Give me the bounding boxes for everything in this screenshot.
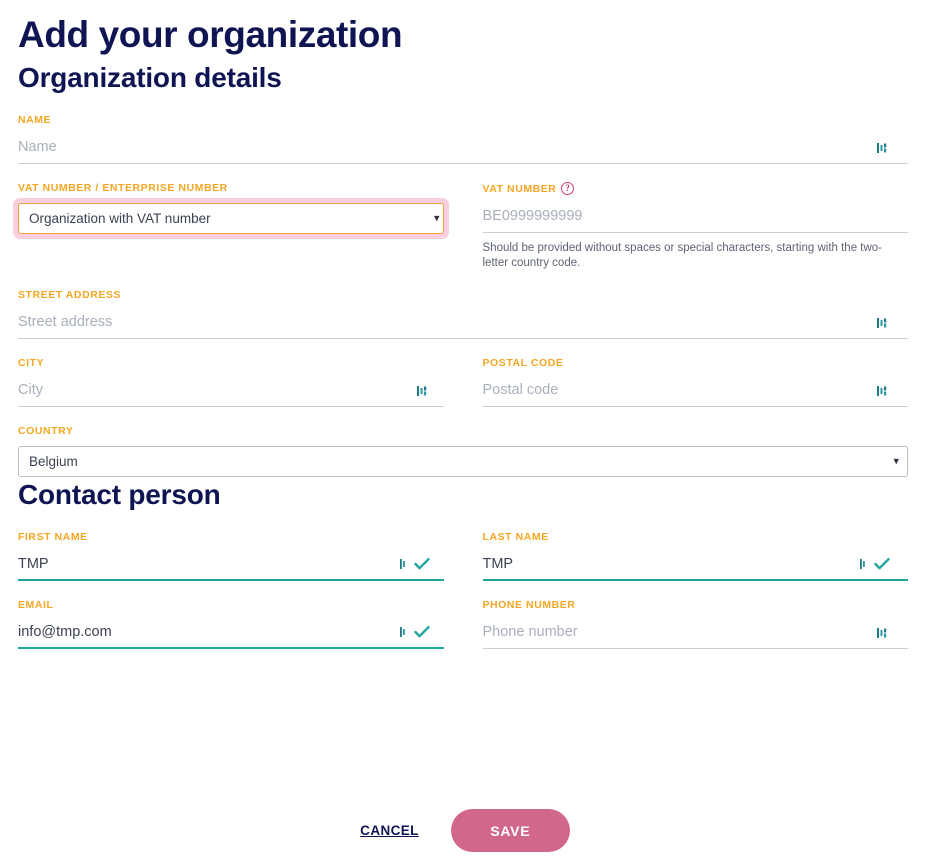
label-name-text: NAME bbox=[18, 114, 52, 126]
label-first-name: FIRST NAME bbox=[18, 531, 444, 543]
first-name-field-icons[interactable] bbox=[399, 557, 444, 574]
row-vat: VAT NUMBER / ENTERPRISE NUMBER Organizat… bbox=[13, 182, 909, 271]
form-actions: CANCEL SAVE bbox=[0, 809, 926, 852]
input-wrap-first-name[interactable] bbox=[18, 552, 444, 581]
section-title-contact-person: Contact person bbox=[18, 479, 221, 510]
input-wrap-street-address[interactable] bbox=[18, 310, 908, 339]
input-wrap-city[interactable] bbox=[18, 378, 444, 407]
field-country: COUNTRY Belgium ▾ bbox=[18, 425, 908, 477]
field-city: CITY bbox=[18, 357, 444, 407]
label-email-text: EMAIL bbox=[18, 599, 54, 611]
section-title-organization-details: Organization details bbox=[18, 62, 282, 93]
phone-number-field-icons[interactable] bbox=[876, 626, 908, 643]
label-last-name-text: LAST NAME bbox=[482, 531, 549, 543]
field-postal-code: POSTAL CODE bbox=[482, 357, 909, 407]
row-street-address: STREET ADDRESS bbox=[18, 289, 908, 339]
row-name: NAME bbox=[18, 114, 908, 164]
label-vat-type-text: VAT NUMBER / ENTERPRISE NUMBER bbox=[18, 182, 228, 194]
label-city-text: CITY bbox=[18, 357, 45, 369]
valid-check-icon bbox=[874, 558, 890, 570]
password-manager-icon[interactable] bbox=[876, 141, 890, 155]
input-wrap-postal-code[interactable] bbox=[482, 378, 908, 407]
field-vat-number: VAT NUMBER ? Should be provided without … bbox=[482, 182, 909, 271]
vat-number-hint: Should be provided without spaces or spe… bbox=[482, 242, 883, 269]
last-name-input[interactable] bbox=[482, 553, 859, 578]
valid-check-icon bbox=[413, 626, 430, 638]
email-field-icons[interactable] bbox=[399, 625, 444, 642]
cancel-button[interactable]: CANCEL bbox=[356, 817, 423, 844]
valid-check-icon bbox=[413, 558, 430, 570]
field-last-name: LAST NAME bbox=[482, 531, 909, 581]
password-manager-icon[interactable] bbox=[876, 316, 890, 330]
label-street-address: STREET ADDRESS bbox=[18, 289, 908, 301]
row-email-phone: EMAIL PHONE NUMBER bbox=[18, 599, 908, 649]
password-manager-icon[interactable] bbox=[416, 384, 430, 398]
label-country-text: COUNTRY bbox=[18, 425, 74, 437]
row-first-last-name: FIRST NAME LAST NAME bbox=[18, 531, 908, 581]
label-postal-code: POSTAL CODE bbox=[483, 357, 909, 369]
name-input[interactable] bbox=[18, 136, 876, 162]
field-email: EMAIL bbox=[18, 599, 444, 649]
label-last-name: LAST NAME bbox=[483, 531, 909, 543]
input-wrap-phone-number[interactable] bbox=[482, 620, 908, 649]
label-phone-number-text: PHONE NUMBER bbox=[482, 599, 576, 611]
label-city: CITY bbox=[18, 357, 444, 369]
password-manager-icon[interactable] bbox=[876, 626, 890, 640]
field-name: NAME bbox=[18, 114, 908, 164]
label-name: NAME bbox=[18, 114, 908, 126]
label-first-name-text: FIRST NAME bbox=[18, 531, 88, 543]
vat-type-select-shell[interactable]: Organization with VAT number ▾ bbox=[13, 198, 449, 239]
label-email: EMAIL bbox=[18, 599, 444, 611]
city-field-icons[interactable] bbox=[416, 384, 444, 401]
city-input[interactable] bbox=[18, 379, 416, 405]
postal-code-field-icons[interactable] bbox=[876, 384, 908, 401]
page-title: Add your organization bbox=[18, 14, 403, 55]
label-phone-number: PHONE NUMBER bbox=[483, 599, 909, 611]
street-address-field-icons[interactable] bbox=[876, 316, 908, 333]
password-manager-icon[interactable] bbox=[399, 625, 411, 639]
field-first-name: FIRST NAME bbox=[18, 531, 444, 581]
country-select[interactable]: Belgium bbox=[18, 446, 908, 477]
label-street-address-text: STREET ADDRESS bbox=[18, 289, 121, 301]
save-button[interactable]: SAVE bbox=[450, 809, 570, 852]
postal-code-input[interactable] bbox=[482, 379, 876, 405]
label-vat-number-text: VAT NUMBER bbox=[482, 182, 557, 195]
email-input[interactable] bbox=[18, 621, 399, 646]
label-country: COUNTRY bbox=[18, 425, 908, 437]
add-organization-page: Add your organization Organization detai… bbox=[0, 0, 926, 866]
label-postal-code-text: POSTAL CODE bbox=[482, 357, 564, 369]
password-manager-icon[interactable] bbox=[876, 384, 890, 398]
street-address-input[interactable] bbox=[18, 311, 876, 337]
label-vat-number: VAT NUMBER ? bbox=[483, 182, 909, 195]
first-name-input[interactable] bbox=[18, 553, 399, 578]
country-select-shell[interactable]: Belgium ▾ bbox=[18, 446, 908, 477]
input-wrap-vat-number[interactable] bbox=[482, 204, 908, 233]
row-city-postal: CITY POSTAL CODE bbox=[18, 357, 908, 407]
field-vat-type: VAT NUMBER / ENTERPRISE NUMBER Organizat… bbox=[13, 182, 449, 271]
last-name-field-icons[interactable] bbox=[859, 557, 908, 574]
password-manager-icon[interactable] bbox=[859, 557, 871, 571]
row-country: COUNTRY Belgium ▾ bbox=[18, 425, 908, 477]
input-wrap-last-name[interactable] bbox=[482, 552, 908, 581]
label-vat-type: VAT NUMBER / ENTERPRISE NUMBER bbox=[18, 182, 444, 194]
name-field-icons[interactable] bbox=[876, 141, 908, 158]
phone-number-input[interactable] bbox=[482, 621, 876, 647]
vat-number-input[interactable] bbox=[482, 205, 908, 231]
field-street-address: STREET ADDRESS bbox=[18, 289, 908, 339]
input-wrap-name[interactable] bbox=[18, 135, 908, 164]
input-wrap-email[interactable] bbox=[18, 620, 444, 649]
password-manager-icon[interactable] bbox=[399, 557, 411, 571]
question-mark-icon[interactable]: ? bbox=[561, 182, 575, 195]
vat-type-select[interactable]: Organization with VAT number bbox=[18, 203, 444, 234]
field-phone-number: PHONE NUMBER bbox=[482, 599, 909, 649]
